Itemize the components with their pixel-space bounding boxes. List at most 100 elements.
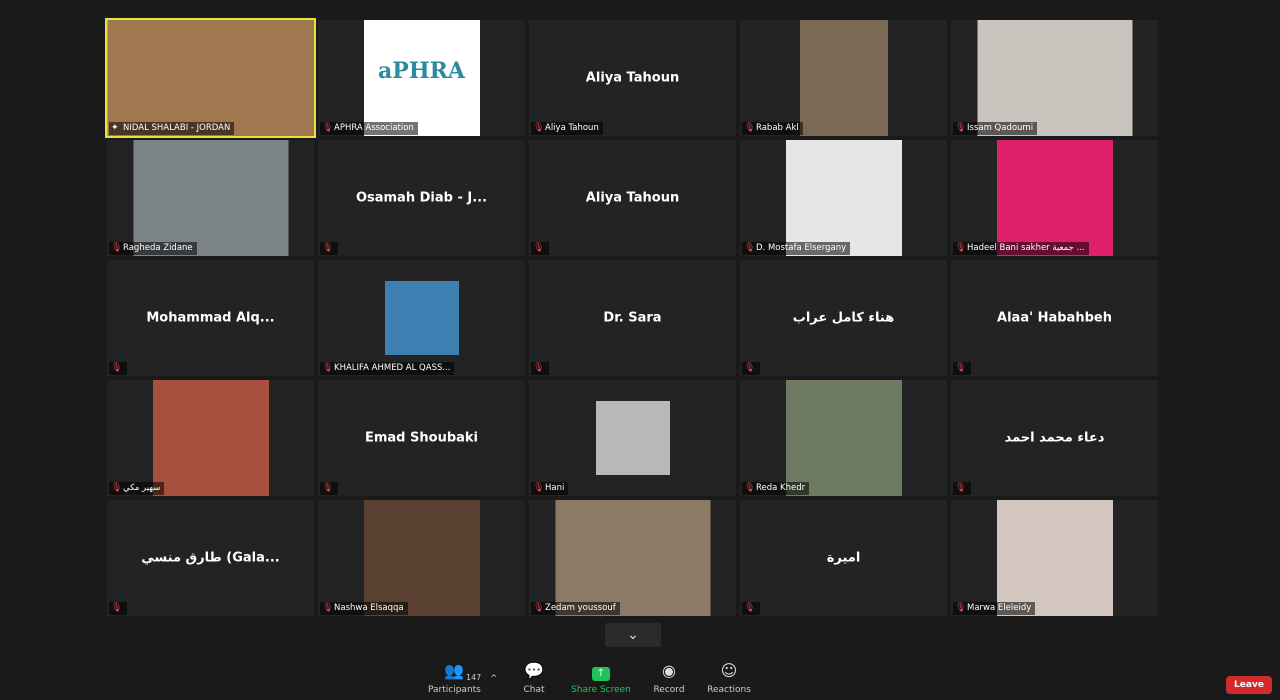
participant-name: سهير مكي [123,483,161,493]
muted-mic-icon: 🎙 [322,363,334,373]
participant-tile[interactable]: Mohammad Alq... 🎙 [107,260,314,376]
participant-tile[interactable]: Emad Shoubaki 🎙 [318,380,525,496]
participant-namebar: 🎙Zedam youssouf [531,602,620,615]
participant-video [152,380,269,496]
participant-namebar: 🎙Rabab Akl [742,122,803,135]
participant-tile[interactable]: 🎙Hadeel Bani sakher جمعية ... [951,140,1158,256]
participant-namebar: 🎙KHALIFA AHMED AL QASS... [320,362,455,375]
muted-mic-icon: 🎙 [955,483,967,493]
participant-tile[interactable]: طارق منسي (Gala... 🎙 [107,500,314,616]
muted-mic-icon: 🎙 [955,243,967,253]
reactions-label: Reactions [707,685,751,695]
muted-mic-icon: 🎙 [111,603,123,613]
video-grid: ✦ NIDAL SHALABI - JORDAN aPHRA 🎙APHRA Assoc… [105,18,1158,616]
participant-tile[interactable]: ✦ NIDAL SHALABI - JORDAN [105,18,316,138]
participant-video [107,20,314,136]
muted-mic-icon: 🎙 [533,123,545,133]
participant-tile[interactable]: 🎙D. Mostafa Elsergany [740,140,947,256]
participant-display-name: Mohammad Alq... [146,310,275,326]
participant-namebar: 🎙 [531,362,549,375]
record-label: Record [653,685,685,695]
muted-mic-icon: 🎙 [744,243,756,253]
participants-options-caret[interactable]: ^ [490,674,498,684]
participant-namebar: 🎙Aliya Tahoun [531,122,603,135]
participant-tile[interactable]: 🎙Ragheda Zidane [107,140,314,256]
participant-tile[interactable]: Aliya Tahoun 🎙Aliya Tahoun [529,20,736,136]
muted-mic-icon: 🎙 [111,243,123,253]
leave-button[interactable]: Leave [1226,676,1272,694]
chat-button[interactable]: 💬 Chat [518,660,550,700]
participant-namebar: 🎙D. Mostafa Elsergany [742,242,851,255]
reactions-button[interactable]: ☺ Reactions [706,660,752,700]
participant-display-name: Osamah Diab - J... [355,190,488,206]
participant-tile[interactable]: Dr. Sara 🎙 [529,260,736,376]
participant-tile[interactable]: Alaa' Habahbeh 🎙 [951,260,1158,376]
muted-mic-icon: 🎙 [744,363,756,373]
participant-namebar: 🎙Marwa Eleleidy [953,602,1036,615]
meeting-toolbar: 👥 Participants 147 ^ 💬 Chat ↑ Share Scre… [0,656,1280,700]
participant-video [785,140,902,256]
collapse-thumbnails-button[interactable]: ⌄ [605,623,661,647]
muted-mic-icon: 🎙 [322,243,334,253]
participant-tile[interactable]: 🎙Rabab Akl [740,20,947,136]
participant-name: KHALIFA AHMED AL QASS... [334,363,451,373]
participant-namebar: 🎙APHRA Association [320,122,418,135]
muted-mic-icon: 🎙 [533,363,545,373]
record-icon: ◉ [662,661,676,680]
chat-label: Chat [523,685,545,695]
muted-mic-icon: 🎙 [955,123,967,133]
participant-video [363,500,480,616]
participant-tile[interactable]: aPHRA 🎙APHRA Association [318,20,525,136]
share-screen-label: Share Screen [571,685,631,695]
participant-logo: aPHRA [363,20,480,136]
muted-mic-icon: 🎙 [322,123,334,133]
participant-display-name: دعاء محمد احمد [1004,430,1105,446]
participants-count: 147 [466,673,482,682]
participant-video [996,140,1113,256]
participant-tile[interactable]: اميرة 🎙 [740,500,947,616]
participant-namebar: 🎙 [109,362,127,375]
participant-video [996,500,1113,616]
record-button[interactable]: ◉ Record [650,660,688,700]
participant-tile[interactable]: 🎙Issam Qadoumi [951,20,1158,136]
participant-namebar: 🎙Issam Qadoumi [953,122,1038,135]
muted-mic-icon: 🎙 [744,483,756,493]
participant-namebar: 🎙 [953,482,971,495]
participant-display-name: Emad Shoubaki [364,430,478,446]
participant-tile[interactable]: دعاء محمد احمد 🎙 [951,380,1158,496]
participant-name: Zedam youssouf [545,603,616,613]
participant-display-name: Aliya Tahoun [585,190,680,206]
participant-tile[interactable]: 🎙Nashwa Elsaqqa [318,500,525,616]
participant-display-name: طارق منسي (Gala... [141,550,280,566]
muted-mic-icon: 🎙 [111,363,123,373]
participant-video [555,500,710,616]
reactions-icon: ☺ [720,661,738,680]
participant-name: Marwa Eleleidy [967,603,1032,613]
participant-name: D. Mostafa Elsergany [756,243,847,253]
participant-name: Nashwa Elsaqqa [334,603,404,613]
participants-label: Participants [428,685,481,695]
share-screen-button[interactable]: ↑ Share Screen [570,660,632,700]
participant-tile[interactable]: Osamah Diab - J... 🎙 [318,140,525,256]
participant-namebar: 🎙 [109,602,127,615]
participant-namebar: 🎙 [320,242,338,255]
participant-namebar: ✦ NIDAL SHALABI - JORDAN [109,122,235,135]
participant-tile[interactable]: 🎙Hani [529,380,736,496]
participant-namebar: 🎙سهير مكي [109,482,165,495]
participant-namebar: 🎙 [531,242,549,255]
participant-tile[interactable]: 🎙سهير مكي [107,380,314,496]
participant-namebar: 🎙Ragheda Zidane [109,242,197,255]
participant-tile[interactable]: هناء كامل عراب 🎙 [740,260,947,376]
participant-name: Rabab Akl [756,123,799,133]
participant-tile[interactable]: 🎙Zedam youssouf [529,500,736,616]
participant-namebar: 🎙 [320,482,338,495]
muted-mic-icon: 🎙 [322,483,334,493]
participant-tile[interactable]: 🎙Marwa Eleleidy [951,500,1158,616]
chat-icon: 💬 [524,661,544,680]
participant-namebar: 🎙 [953,362,971,375]
participant-tile[interactable]: Aliya Tahoun 🎙 [529,140,736,256]
participant-tile[interactable]: 🎙Reda Khedr [740,380,947,496]
participant-video [799,20,888,136]
muted-mic-icon: 🎙 [533,483,545,493]
participant-tile[interactable]: 🎙KHALIFA AHMED AL QASS... [318,260,525,376]
